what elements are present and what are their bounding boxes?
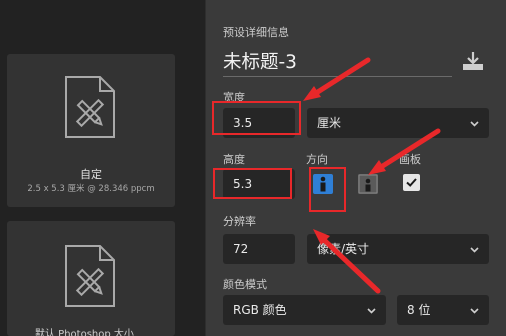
artboard-checkbox[interactable] (403, 174, 420, 191)
bit-depth-value: 8 位 (407, 303, 431, 317)
unit-select-value: 厘米 (317, 116, 342, 130)
landscape-orientation-icon[interactable] (358, 174, 378, 194)
document-preset-icon (65, 245, 115, 307)
annotation-box-width (212, 101, 301, 135)
bit-depth-select[interactable]: 8 位 (397, 295, 489, 325)
preset-card-default[interactable]: 默认 Photoshop 大小 (7, 221, 175, 336)
orientation-label: 方向 (306, 153, 328, 166)
document-title-input[interactable]: 未标题-3 (223, 48, 297, 74)
height-label: 高度 (223, 153, 245, 166)
resolution-unit-select[interactable]: 像素/英寸 (307, 234, 489, 264)
resolution-unit-value: 像素/英寸 (317, 242, 370, 256)
annotation-box-orientation (309, 167, 346, 212)
chevron-down-icon (470, 247, 479, 253)
chevron-down-icon (470, 121, 479, 127)
preset-card-custom[interactable]: 自定 2.5 x 5.3 厘米 @ 28.346 ppcm (7, 54, 175, 207)
resolution-label: 分辨率 (223, 215, 256, 228)
preset-name: 默认 Photoshop 大小 (35, 329, 134, 336)
unit-select[interactable]: 厘米 (307, 108, 489, 138)
chevron-down-icon (470, 308, 479, 314)
color-mode-select[interactable]: RGB 颜色 (223, 295, 386, 325)
preset-list: 自定 2.5 x 5.3 厘米 @ 28.346 ppcm 默认 Photosh… (0, 0, 205, 336)
chevron-down-icon (367, 308, 376, 314)
document-preset-icon (65, 76, 115, 138)
section-label: 预设详细信息 (223, 26, 289, 39)
artboard-label: 画板 (399, 153, 421, 166)
preset-size: 2.5 x 5.3 厘米 @ 28.346 ppcm (27, 184, 155, 194)
annotation-box-height (213, 168, 292, 199)
color-mode-label: 颜色模式 (223, 278, 267, 291)
color-mode-value: RGB 颜色 (233, 303, 287, 317)
preset-name: 自定 (80, 168, 102, 181)
save-preset-icon[interactable] (461, 50, 485, 72)
title-underline (223, 76, 452, 77)
resolution-field[interactable]: 72 (223, 234, 295, 264)
